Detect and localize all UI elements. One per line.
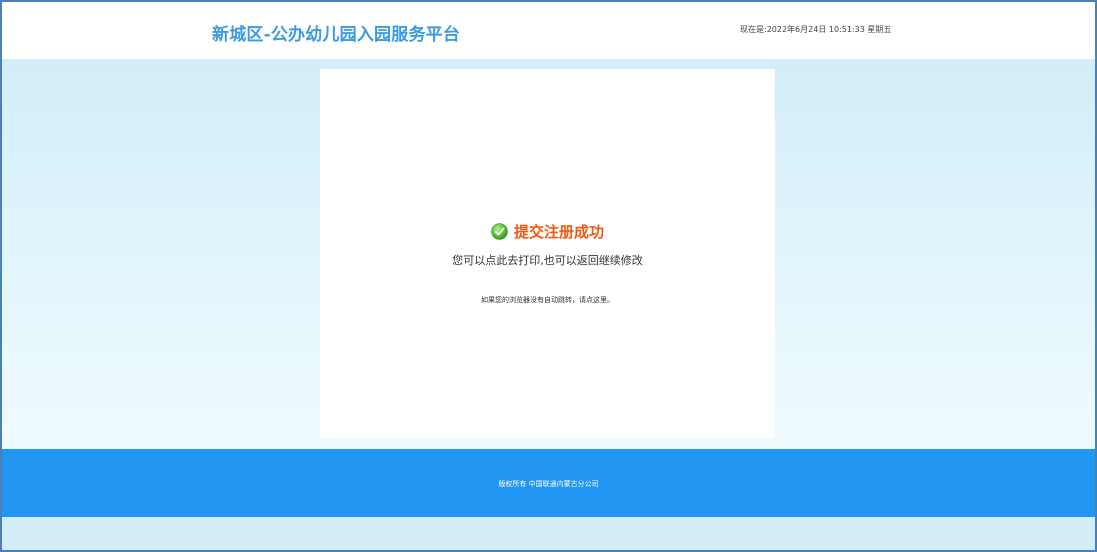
current-datetime: 现在是:2022年6月24日 10:51:33 星期五: [740, 25, 892, 34]
result-card: 提交注册成功 您可以点此去打印,也可以返回继续修改 如果您的浏览器没有自动跳转，…: [320, 69, 775, 438]
page-footer: 版权所有 中国联通内蒙古分公司: [2, 449, 1095, 517]
redirect-link[interactable]: 如果您的浏览器没有自动跳转，请点这里。: [320, 295, 775, 305]
copyright-text: 版权所有 中国联通内蒙古分公司: [498, 480, 599, 488]
bottom-strip: [2, 517, 1095, 550]
page-header: 新城区-公办幼儿园入园服务平台 现在是:2022年6月24日 10:51:33 …: [2, 2, 1095, 59]
site-title: 新城区-公办幼儿园入园服务平台: [212, 25, 461, 45]
print-or-return-link[interactable]: 您可以点此去打印,也可以返回继续修改: [320, 252, 775, 268]
success-title: 提交注册成功: [513, 223, 604, 241]
check-circle-icon: [491, 223, 508, 240]
browser-frame: 新城区-公办幼儿园入园服务平台 现在是:2022年6月24日 10:51:33 …: [0, 0, 1097, 552]
success-heading: 提交注册成功: [320, 221, 775, 242]
